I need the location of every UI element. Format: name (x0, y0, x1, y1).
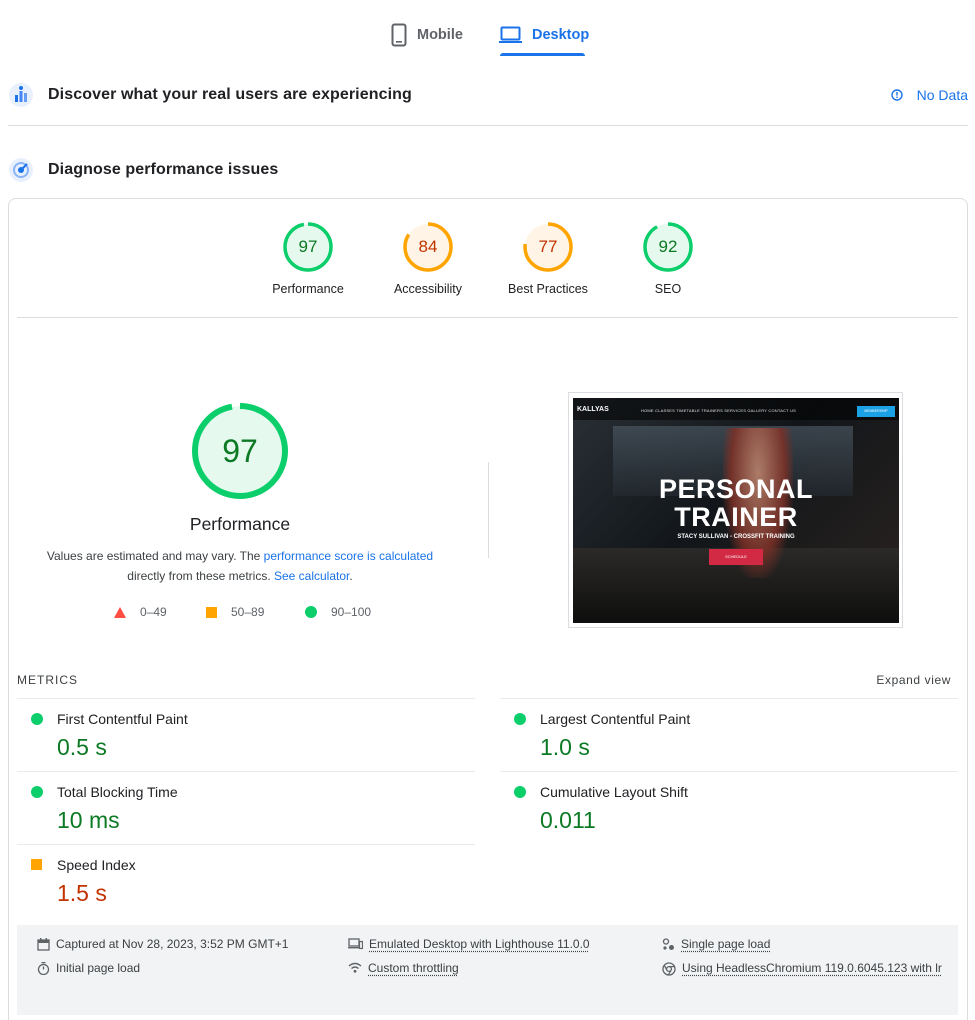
section-divider (8, 125, 968, 126)
pass-dot-icon (31, 786, 43, 798)
legend-fail-label: 0–49 (140, 605, 167, 619)
desc-text: Values are estimated and may vary. The (47, 549, 264, 563)
legend-pass-label: 90–100 (331, 605, 371, 619)
pass-dot-icon (514, 786, 526, 798)
performance-title: Performance (90, 514, 390, 535)
score-label: Accessibility (368, 282, 488, 296)
no-data-label: No Data (917, 87, 968, 103)
legend-average: 50–89 (206, 604, 264, 620)
runtime-emulated[interactable]: Emulated Desktop with Lighthouse 11.0.0 (348, 932, 590, 956)
calendar-icon (37, 938, 50, 951)
initial-load-text: Initial page load (56, 956, 140, 980)
score-label: Performance (248, 282, 368, 296)
tab-mobile[interactable]: Mobile (391, 20, 463, 50)
metric-tbt: Total Blocking Time 10 ms (17, 772, 457, 844)
session-icon (662, 938, 675, 951)
throttling-text: Custom throttling (368, 956, 459, 980)
crux-section-header: Discover what your real users are experi… (8, 77, 968, 113)
chrome-icon (662, 962, 676, 976)
legend-pass: 90–100 (305, 604, 371, 620)
timer-icon (37, 962, 50, 975)
info-icon (891, 89, 903, 101)
metric-name: Speed Index (57, 857, 136, 873)
screenshot-hero-subtitle: STACY SULLIVAN - CROSSFIT TRAINING (573, 534, 899, 540)
metric-speed-index: Speed Index 1.5 s (17, 845, 457, 917)
metric-lcp: Largest Contentful Paint 1.0 s (500, 699, 940, 771)
metric-name: Largest Contentful Paint (540, 711, 690, 727)
runtime-single-load[interactable]: Single page load (662, 932, 770, 956)
single-load-text: Single page load (681, 932, 770, 956)
diagnose-title: Diagnose performance issues (48, 161, 278, 179)
legend-average-label: 50–89 (231, 605, 264, 619)
no-data-status[interactable]: No Data (891, 77, 968, 113)
expand-view-toggle[interactable]: Expand view (876, 673, 951, 687)
metric-name: Total Blocking Time (57, 784, 178, 800)
screenshot-hero-line1: PERSONAL (573, 474, 899, 505)
screenshot-logo: KALLYAS (577, 406, 609, 413)
final-screenshot[interactable]: KALLYAS HOME CLASSES TIMETABLE TRAINERS … (573, 398, 899, 623)
metric-value: 0.5 s (57, 734, 107, 761)
score-label: SEO (608, 282, 728, 296)
browser-text: Using HeadlessChromium 119.0.6045.123 wi… (682, 956, 942, 980)
lab-data-icon (8, 157, 34, 183)
vertical-separator (488, 462, 489, 558)
legend-fail: 0–49 (114, 604, 167, 620)
wifi-icon (348, 962, 362, 973)
metric-cls: Cumulative Layout Shift 0.011 (500, 772, 940, 844)
tab-desktop[interactable]: Desktop (499, 20, 589, 50)
runtime-throttling[interactable]: Custom throttling (348, 956, 459, 980)
score-value: 92 (608, 222, 728, 272)
tab-mobile-label: Mobile (417, 27, 463, 43)
score-label: Best Practices (488, 282, 608, 296)
square-average-icon (206, 607, 217, 618)
smartphone-icon (391, 23, 407, 47)
field-data-icon (8, 82, 34, 108)
pass-dot-icon (31, 713, 43, 725)
metric-name: Cumulative Layout Shift (540, 784, 688, 800)
runtime-initial-load: Initial page load (37, 956, 140, 980)
screenshot-hero-button: SCHEDULE (709, 549, 763, 565)
runtime-captured: Captured at Nov 28, 2023, 3:52 PM GMT+1 (37, 932, 288, 956)
screenshot-hero-line2: TRAINER (573, 502, 899, 533)
metric-fcp: First Contentful Paint 0.5 s (17, 699, 457, 771)
performance-description: Values are estimated and may vary. The p… (30, 546, 450, 586)
score-gauge-accessibility[interactable]: 84 Accessibility (368, 222, 488, 296)
score-value: 84 (368, 222, 488, 272)
emulated-text: Emulated Desktop with Lighthouse 11.0.0 (369, 932, 590, 956)
device-tabs: Mobile Desktop (0, 0, 975, 60)
desc-text-2: directly from these metrics. (127, 569, 274, 583)
scores-divider (17, 317, 958, 318)
metric-value: 1.5 s (57, 880, 107, 907)
runtime-browser[interactable]: Using HeadlessChromium 119.0.6045.123 wi… (662, 956, 952, 980)
score-gauge-seo[interactable]: 92 SEO (608, 222, 728, 296)
metric-name: First Contentful Paint (57, 711, 188, 727)
screenshot-nav-links: HOME CLASSES TIMETABLE TRAINERS SERVICES… (641, 408, 796, 413)
triangle-fail-icon (114, 607, 126, 618)
see-calculator-link[interactable]: See calculator (274, 569, 349, 583)
laptop-icon (499, 26, 522, 44)
score-gauge-best-practices[interactable]: 77 Best Practices (488, 222, 608, 296)
score-value: 97 (248, 222, 368, 272)
screenshot-nav-button: MEMBERSHIP (857, 406, 895, 417)
score-value: 77 (488, 222, 608, 272)
devices-icon (348, 938, 363, 950)
active-tab-indicator (500, 53, 585, 56)
diagnose-section-header: Diagnose performance issues (8, 152, 968, 188)
pass-dot-icon (514, 713, 526, 725)
tab-desktop-label: Desktop (532, 27, 589, 43)
captured-text: Captured at Nov 28, 2023, 3:52 PM GMT+1 (56, 932, 288, 956)
metric-value: 1.0 s (540, 734, 590, 761)
circle-pass-icon (305, 606, 317, 618)
desc-end: . (349, 569, 352, 583)
performance-score: 97 (190, 401, 290, 501)
score-calculated-link[interactable]: performance score is calculated (264, 549, 433, 563)
metrics-heading: METRICS (17, 673, 78, 687)
metric-value: 10 ms (57, 807, 120, 834)
metric-value: 0.011 (540, 807, 596, 834)
score-gauge-performance[interactable]: 97 Performance (248, 222, 368, 296)
average-square-icon (31, 859, 42, 870)
crux-title: Discover what your real users are experi… (48, 86, 412, 104)
